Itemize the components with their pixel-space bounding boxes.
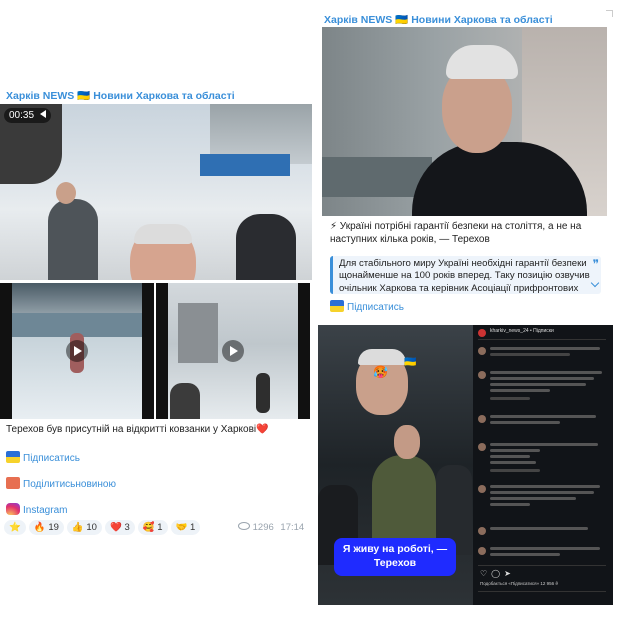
main-video[interactable]: 00:35 — [0, 104, 312, 280]
subscribe-link[interactable]: Підписатись — [23, 453, 80, 464]
instagram-link[interactable]: Instagram — [23, 505, 67, 516]
likes-text: Подобається «Підписатися» 12 956 ϑ — [480, 581, 558, 586]
video-timer: 00:35 — [4, 108, 51, 123]
reaction-count: 3 — [121, 522, 130, 533]
instagram-icon — [6, 503, 20, 515]
reaction-emoji: 🥰 — [142, 522, 155, 533]
action-icons[interactable]: ♡◯➤ — [480, 569, 515, 578]
views-count: 1296 — [252, 522, 274, 533]
left-post-caption: Терехов був присутній на відкритті ковза… — [6, 424, 269, 435]
reaction-3[interactable]: ❤️ 3 — [104, 520, 135, 535]
share-row[interactable]: Поділитисьновиною — [6, 474, 116, 492]
building — [178, 303, 218, 363]
reaction-count: 1 — [187, 522, 196, 533]
skater-2 — [256, 373, 270, 413]
left-channel-title[interactable]: Харків NEWS 🇺🇦 Новини Харкова та області — [6, 89, 235, 102]
quote-block: Для стабільного миру Україні необхідні г… — [330, 256, 601, 294]
reactions-bar: ⭐ 🔥 19 👍 10 ❤️ 3 🥰 1 🤝 1 — [4, 517, 203, 535]
right-headline: ⚡ Україні потрібні гарантії безпеки на с… — [330, 221, 582, 245]
person-right — [236, 214, 296, 280]
right-photo[interactable] — [322, 27, 607, 216]
quote-icon: ❞ — [592, 257, 599, 271]
jacket — [372, 455, 436, 545]
reaction-2[interactable]: 👍 10 — [66, 520, 102, 535]
post-time: 17:14 — [280, 522, 305, 533]
instagram-row[interactable]: Instagram — [6, 500, 67, 518]
overlay-caption: Я живу на роботі, — Терехов — [334, 538, 456, 576]
reaction-emoji: 🤝 — [175, 522, 188, 533]
avatar — [478, 329, 486, 337]
right-subscribe-link[interactable]: Підписатись — [347, 302, 404, 313]
video-thumb-2[interactable] — [156, 283, 310, 419]
envelope-icon — [6, 477, 20, 489]
comment-input[interactable] — [478, 591, 606, 602]
reaction-4[interactable]: 🥰 1 — [137, 520, 168, 535]
mute-icon[interactable] — [39, 110, 46, 118]
reaction-count: 1 — [154, 522, 163, 533]
post-meta: 1296 17:14 — [238, 522, 304, 533]
person-left — [48, 199, 98, 280]
reaction-count: 19 — [45, 522, 59, 533]
flag-emoji-icon: 🇺🇦 — [404, 357, 417, 368]
play-icon[interactable] — [222, 340, 244, 362]
right-channel-title[interactable]: Харків NEWS 🇺🇦 Новини Харкова та області — [324, 13, 553, 26]
account-name: kharkiv_news_24 • Підписки — [490, 328, 554, 334]
share-link[interactable]: Поділитисьновиною — [23, 479, 116, 490]
instagram-screenshot: 🥵 🇺🇦 Я живу на роботі, — Терехов kharkiv… — [318, 325, 613, 605]
views-icon — [238, 522, 250, 530]
play-icon[interactable] — [66, 340, 88, 362]
video-thumb-1[interactable] — [0, 283, 154, 419]
quote-text: Для стабільного миру Україні необхідні г… — [339, 258, 590, 294]
man-head — [394, 425, 420, 459]
person-left-head — [56, 182, 76, 204]
reaction-emoji: 🔥 — [33, 522, 46, 533]
reaction-emoji: 👍 — [71, 522, 84, 533]
person — [170, 383, 200, 419]
reaction-0[interactable]: ⭐ — [4, 520, 26, 535]
emoji-icon: 🥵 — [373, 365, 388, 379]
building-blue — [200, 154, 290, 176]
man-hair — [134, 224, 192, 244]
flag-icon — [330, 300, 344, 312]
man-hair — [446, 45, 518, 79]
flag-icon — [6, 451, 20, 463]
reaction-emoji: ❤️ — [109, 522, 122, 533]
reaction-emoji: ⭐ — [9, 522, 21, 533]
right-subscribe-row[interactable]: Підписатись — [330, 297, 404, 315]
subscribe-row[interactable]: Підписатись — [6, 448, 80, 466]
reaction-count: 10 — [83, 522, 97, 533]
reaction-5[interactable]: 🤝 1 — [170, 520, 201, 535]
reaction-1[interactable]: 🔥 19 — [28, 520, 64, 535]
